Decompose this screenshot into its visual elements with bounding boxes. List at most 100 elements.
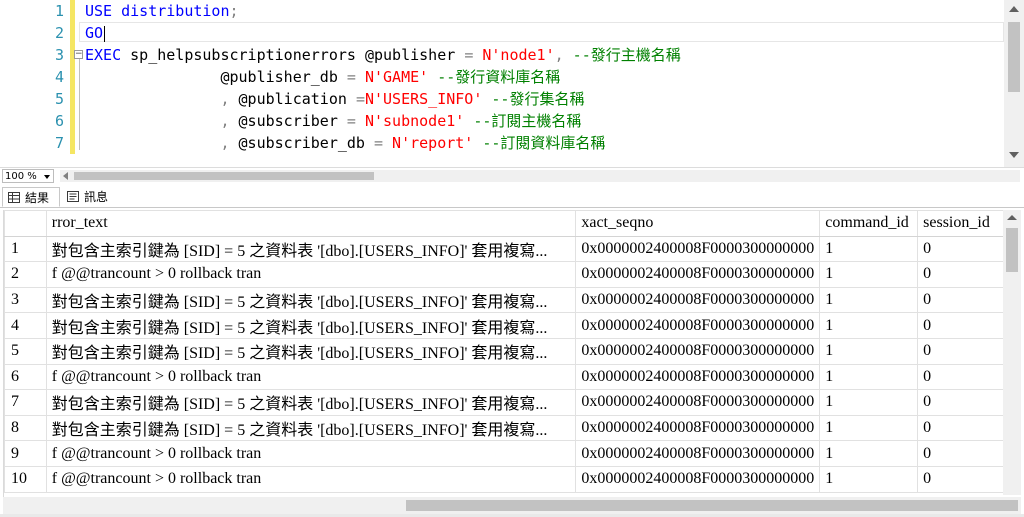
code-token: --發行集名稱 <box>482 90 585 108</box>
table-cell[interactable]: 0x0000002400008F0000300000000 <box>575 389 821 416</box>
row-number[interactable]: 2 <box>4 261 47 288</box>
code-token: , <box>554 46 564 64</box>
scrollbar-thumb[interactable] <box>1006 228 1018 272</box>
row-header-corner[interactable] <box>4 210 47 237</box>
table-cell[interactable]: 1 <box>819 312 919 339</box>
row-number[interactable]: 4 <box>4 312 47 339</box>
row-number[interactable]: 5 <box>4 337 47 365</box>
collapse-icon[interactable]: − <box>74 50 83 59</box>
scroll-up-icon[interactable] <box>1007 215 1017 220</box>
table-cell[interactable]: 1 <box>819 261 919 288</box>
scrollbar-thumb[interactable] <box>74 172 374 180</box>
table-cell[interactable]: 0x0000002400008F0000300000000 <box>575 414 821 442</box>
table-cell[interactable]: 對包含主索引鍵為 [SID] = 5 之資料表 '[dbo].[USERS_IN… <box>45 389 577 416</box>
code-token: @publisher <box>355 46 465 64</box>
table-cell[interactable]: f @@trancount > 0 rollback tran <box>45 465 577 493</box>
editor-vertical-scrollbar[interactable] <box>1004 0 1024 167</box>
table-cell[interactable]: f @@trancount > 0 rollback tran <box>45 261 577 288</box>
row-number[interactable]: 7 <box>4 389 47 416</box>
table-cell[interactable]: 0x0000002400008F0000300000000 <box>575 261 821 288</box>
results-table: rror_text xact_seqno command_id session_id … <box>4 210 1004 493</box>
table-cell[interactable]: 0x0000002400008F0000300000000 <box>575 440 821 467</box>
table-cell[interactable]: 0x0000002400008F0000300000000 <box>575 337 821 365</box>
table-cell[interactable]: 0 <box>917 312 1004 339</box>
table-cell[interactable]: f @@trancount > 0 rollback tran <box>45 363 577 391</box>
table-cell[interactable]: 0x0000002400008F0000300000000 <box>575 235 821 263</box>
sql-editor[interactable]: 1 2 3 4 5 6 7 − USE distribution; GO EXEC sp_hel… <box>0 0 1024 167</box>
code-area[interactable]: − USE distribution; GO EXEC sp_helpsubscri… <box>74 0 1004 167</box>
table-row[interactable]: 8 對包含主索引鍵為 [SID] = 5 之資料表 '[dbo].[USERS_I… <box>4 414 1004 442</box>
table-row[interactable]: 3 對包含主索引鍵為 [SID] = 5 之資料表 '[dbo].[USERS_I… <box>4 286 1004 314</box>
column-header[interactable]: session_id <box>917 210 1004 237</box>
table-cell[interactable]: 1 <box>819 389 919 416</box>
table-cell[interactable]: 0 <box>917 261 1004 288</box>
table-cell[interactable]: 0 <box>917 414 1004 442</box>
table-cell[interactable]: 1 <box>819 414 919 442</box>
row-number[interactable]: 6 <box>4 363 47 391</box>
row-number[interactable]: 3 <box>4 286 47 314</box>
table-cell[interactable]: 1 <box>819 235 919 263</box>
table-cell[interactable]: 1 <box>819 337 919 365</box>
results-grid[interactable]: rror_text xact_seqno command_id session_id … <box>3 210 1004 510</box>
table-cell[interactable]: 1 <box>819 286 919 314</box>
table-cell[interactable]: 0 <box>917 440 1004 467</box>
table-cell[interactable]: 對包含主索引鍵為 [SID] = 5 之資料表 '[dbo].[USERS_IN… <box>45 235 577 263</box>
scrollbar-thumb[interactable] <box>406 500 1018 511</box>
table-cell[interactable]: 1 <box>819 465 919 493</box>
code-line[interactable]: USE distribution; <box>85 0 239 22</box>
table-cell[interactable]: 對包含主索引鍵為 [SID] = 5 之資料表 '[dbo].[USERS_IN… <box>45 337 577 365</box>
row-number[interactable]: 10 <box>4 465 47 493</box>
table-cell[interactable]: 0x0000002400008F0000300000000 <box>575 312 821 339</box>
column-header[interactable]: xact_seqno <box>575 210 821 237</box>
code-line[interactable]: EXEC sp_helpsubscriptionerrors @publishe… <box>85 44 681 66</box>
code-token: = <box>346 112 356 130</box>
table-cell[interactable]: 1 <box>819 363 919 391</box>
table-row[interactable]: 10 f @@trancount > 0 rollback tran 0x00000… <box>4 465 1004 493</box>
row-number[interactable]: 8 <box>4 414 47 442</box>
table-row[interactable]: 9f @@trancount > 0 rollback tran 0x000000… <box>4 440 1004 467</box>
line-number: 1 <box>54 2 64 20</box>
table-row[interactable]: 6f @@trancount > 0 rollback tran 0x000000… <box>4 363 1004 391</box>
table-cell[interactable]: 1 <box>819 440 919 467</box>
editor-horizontal-scrollbar[interactable] <box>60 170 1020 182</box>
scrollbar-thumb[interactable] <box>1008 22 1020 92</box>
code-token: = <box>355 90 365 108</box>
table-row[interactable]: 1 對包含主索引鍵為 [SID] = 5 之資料表 '[dbo].[USERS_I… <box>4 235 1004 263</box>
table-cell[interactable]: 0 <box>917 465 1004 493</box>
table-cell[interactable]: 0 <box>917 363 1004 391</box>
table-cell[interactable]: f @@trancount > 0 rollback tran <box>45 440 577 467</box>
tab-results[interactable]: 結果 <box>2 187 60 207</box>
table-cell[interactable]: 0 <box>917 235 1004 263</box>
table-row[interactable]: 7 對包含主索引鍵為 [SID] = 5 之資料表 '[dbo].[USERS_I… <box>4 389 1004 416</box>
row-number[interactable]: 1 <box>4 235 47 263</box>
code-line[interactable]: GO <box>85 22 106 44</box>
results-horizontal-scrollbar[interactable] <box>3 497 1021 514</box>
table-cell[interactable]: 0 <box>917 337 1004 365</box>
scroll-up-icon[interactable] <box>1009 6 1019 12</box>
column-header[interactable]: command_id <box>819 210 919 237</box>
table-cell[interactable]: 0x0000002400008F0000300000000 <box>575 363 821 391</box>
column-header[interactable]: rror_text <box>45 210 577 237</box>
code-line[interactable]: , @subscriber = N'subnode1' --訂閱主機名稱 <box>85 110 581 132</box>
zoom-dropdown[interactable]: 100 % <box>2 169 54 183</box>
table-cell[interactable]: 0 <box>917 389 1004 416</box>
scroll-down-icon[interactable] <box>1009 152 1019 158</box>
table-cell[interactable]: 對包含主索引鍵為 [SID] = 5 之資料表 '[dbo].[USERS_IN… <box>45 286 577 314</box>
table-row[interactable]: 5 對包含主索引鍵為 [SID] = 5 之資料表 '[dbo].[USERS_I… <box>4 337 1004 365</box>
table-row[interactable]: 2f @@trancount > 0 rollback tran 0x000000… <box>4 261 1004 288</box>
code-line[interactable]: , @publication =N'USERS_INFO' --發行集名稱 <box>85 88 584 110</box>
table-cell[interactable]: 對包含主索引鍵為 [SID] = 5 之資料表 '[dbo].[USERS_IN… <box>45 414 577 442</box>
table-cell[interactable]: 對包含主索引鍵為 [SID] = 5 之資料表 '[dbo].[USERS_IN… <box>45 312 577 339</box>
table-row[interactable]: 4 對包含主索引鍵為 [SID] = 5 之資料表 '[dbo].[USERS_I… <box>4 312 1004 339</box>
table-cell[interactable]: 0 <box>917 286 1004 314</box>
code-line[interactable]: , @subscriber_db = N'report' --訂閱資料庫名稱 <box>85 132 605 154</box>
tab-messages[interactable]: 訊息 <box>62 187 114 207</box>
results-vertical-scrollbar[interactable] <box>1003 210 1021 495</box>
row-number[interactable]: 9 <box>4 440 47 467</box>
scroll-left-icon[interactable] <box>63 172 68 180</box>
table-cell[interactable]: 0x0000002400008F0000300000000 <box>575 286 821 314</box>
code-token: N'report' <box>383 134 474 152</box>
code-line[interactable]: @publisher_db = N'GAME' --發行資料庫名稱 <box>85 66 560 88</box>
table-cell[interactable]: 0x0000002400008F0000300000000 <box>575 465 821 493</box>
code-token: sp_helpsubscriptionerrors <box>130 46 356 64</box>
